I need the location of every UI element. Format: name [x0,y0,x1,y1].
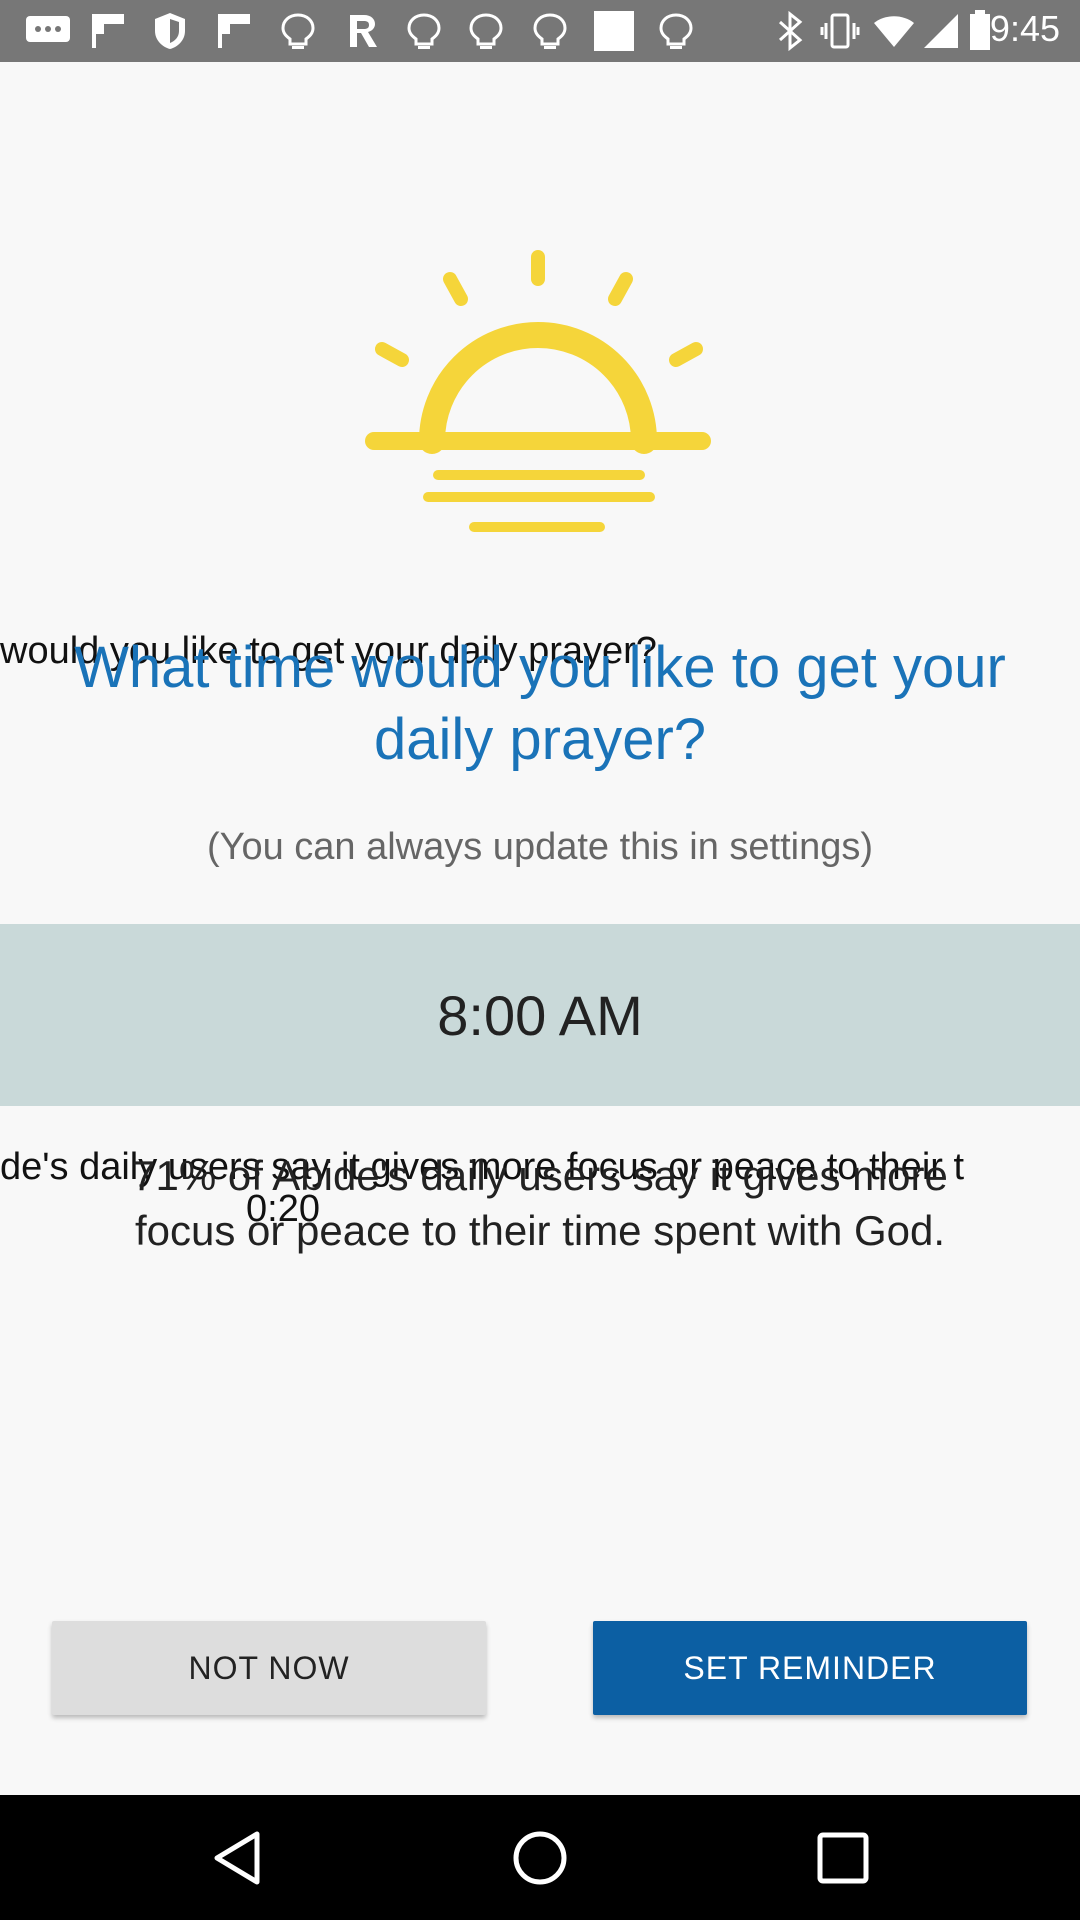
page-title: What time would you like to get your dai… [74,635,1006,772]
shield-icon [152,10,188,52]
status-bar: 9:45 [0,0,1080,62]
r-icon [344,10,380,52]
back-icon[interactable] [204,1825,270,1891]
page-subtitle: (You can always update this in settings) [206,826,874,868]
set-reminder-button[interactable]: SET REMINDER [593,1621,1027,1715]
time-value[interactable]: 8:00 AM [437,983,642,1048]
chat-icon [24,10,72,52]
flipboard-icon [90,10,126,52]
not-now-button[interactable]: NOT NOW [52,1621,486,1715]
flipboard-icon [216,10,252,52]
vibrate-icon [820,10,860,52]
navigation-bar [0,1795,1080,1920]
bulb-icon [530,10,570,52]
bluetooth-icon [776,10,806,52]
battery-icon [968,10,992,52]
stat-text: 71% of Abide's daily users say it gives … [132,1152,948,1254]
bulb-icon [404,10,444,52]
bulb-icon [466,10,506,52]
square-icon [592,10,636,52]
wifi-icon [872,10,916,52]
time-picker[interactable]: 8:00 AM [0,924,1080,1106]
recents-icon[interactable] [810,1825,876,1891]
bulb-icon [656,10,696,52]
signal-icon [922,10,960,52]
home-icon[interactable] [507,1825,573,1891]
sunrise-icon [365,250,711,532]
bulb-icon [278,10,318,52]
clock: 9:45 [989,8,1060,49]
